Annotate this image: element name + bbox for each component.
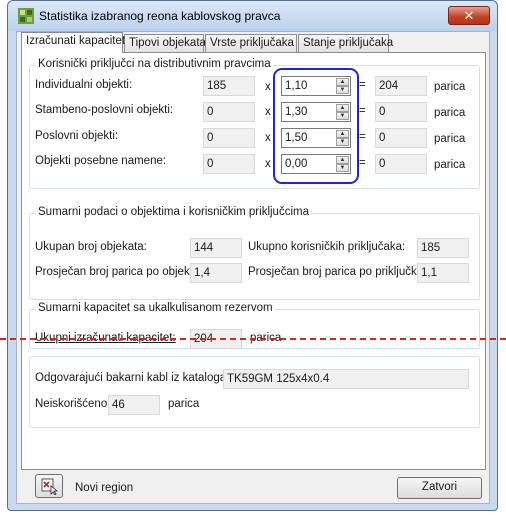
- unit-label: parica: [434, 81, 466, 93]
- equals-sign: =: [359, 105, 366, 117]
- new-region-label: Novi region: [75, 482, 134, 494]
- avg-per-connection-value: 1,1: [417, 263, 469, 283]
- avg-per-object-label: Prosječan broj parica po objektu: [35, 266, 191, 278]
- times-sign: x: [265, 158, 271, 170]
- cable-catalog-value: TK59GM 125x4x0.4: [223, 369, 469, 389]
- times-sign: x: [265, 106, 271, 118]
- equals-sign: =: [359, 79, 366, 91]
- app-icon: [18, 8, 34, 24]
- tab-panel: Korisnički priključci na distributivnim …: [21, 52, 486, 470]
- avg-per-connection-label: Prosječan broj parica po priključku: [248, 266, 418, 278]
- count-special-purpose: 0: [203, 154, 255, 174]
- total-objects-value: 144: [190, 238, 242, 258]
- tab-connection-types[interactable]: Vrste priključaka: [205, 34, 297, 52]
- dialog-window: Statistika izabranog reona kablovskog pr…: [7, 0, 498, 511]
- cable-group: Odgovarajući bakarni kabl iz kataloga: T…: [29, 356, 480, 428]
- factor-highlight-annotation: [273, 68, 359, 184]
- capacity-group: Sumarni kapacitet sa ukalkulisanom rezer…: [29, 302, 480, 349]
- unit-label: parica: [434, 159, 466, 171]
- count-individual: 185: [203, 76, 255, 96]
- equals-sign: =: [359, 131, 366, 143]
- result-business: 0: [375, 128, 427, 148]
- row-label-individual: Individualni objekti:: [35, 79, 133, 91]
- result-special-purpose: 0: [375, 154, 427, 174]
- close-window-button[interactable]: ✕: [448, 6, 490, 25]
- cable-catalog-label: Odgovarajući bakarni kabl iz kataloga:: [35, 372, 230, 384]
- client-area: Izračunati kapacitet Tipovi objekata Vrs…: [16, 31, 490, 504]
- new-region-icon: [41, 478, 59, 496]
- users-group: Korisnički priključci na distributivnim …: [29, 58, 480, 189]
- tab-connection-state[interactable]: Stanje priključaka: [298, 34, 393, 52]
- unused-unit-label: parica: [168, 398, 200, 410]
- equals-sign: =: [359, 157, 366, 169]
- row-label-residential-business: Stambeno-poslovni objekti:: [35, 104, 174, 116]
- avg-per-object-value: 1,4: [190, 263, 242, 283]
- times-sign: x: [265, 132, 271, 144]
- result-individual: 204: [375, 76, 427, 96]
- title-bar[interactable]: Statistika izabranog reona kablovskog pr…: [8, 1, 497, 31]
- total-connections-value: 185: [417, 238, 469, 258]
- total-objects-label: Ukupan broj objekata:: [35, 241, 147, 253]
- row-label-special-purpose: Objekti posebne namene:: [35, 155, 167, 167]
- count-residential-business: 0: [203, 102, 255, 122]
- total-connections-label: Ukupno korisničkih priključaka:: [248, 241, 406, 253]
- count-business: 0: [203, 128, 255, 148]
- unit-label: parica: [434, 133, 466, 145]
- summary-group: Sumarni podaci o objektima i korisničkim…: [29, 206, 480, 300]
- times-sign: x: [265, 81, 271, 93]
- dashed-divider-annotation: [0, 338, 506, 340]
- tab-object-types[interactable]: Tipovi objekata: [124, 34, 206, 52]
- unused-label: Neiskorišćeno: [35, 398, 108, 410]
- users-group-title: Korisnički priključci na distributivnim …: [36, 58, 273, 70]
- capacity-group-title: Sumarni kapacitet sa ukalkulisanom rezer…: [36, 302, 275, 314]
- row-label-business: Poslovni objekti:: [35, 130, 119, 142]
- summary-group-title: Sumarni podaci o objektima i korisničkim…: [36, 206, 311, 218]
- result-residential-business: 0: [375, 102, 427, 122]
- unused-value: 46: [108, 395, 160, 415]
- close-button[interactable]: Zatvori: [397, 477, 482, 499]
- new-region-button[interactable]: [35, 474, 63, 498]
- window-title: Statistika izabranog reona kablovskog pr…: [39, 9, 281, 23]
- unit-label: parica: [434, 107, 466, 119]
- tab-calculated-capacity[interactable]: Izračunati kapacitet: [21, 32, 125, 53]
